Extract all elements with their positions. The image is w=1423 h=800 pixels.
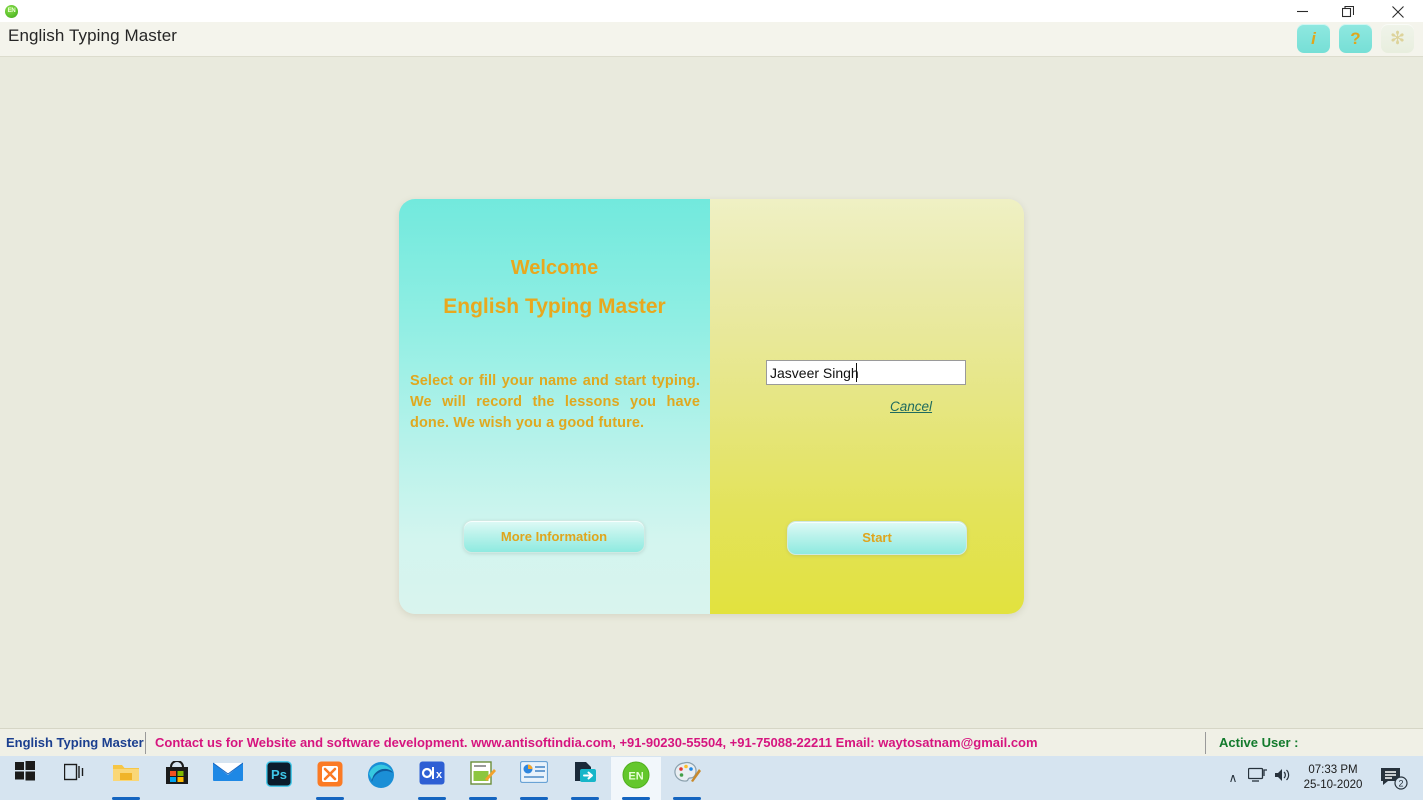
close-button[interactable] [1375, 0, 1421, 22]
cancel-link[interactable]: Cancel [890, 399, 932, 414]
english-typing-master-taskbar-button[interactable]: EN [611, 757, 661, 800]
microsoft-store-button[interactable] [152, 757, 202, 800]
start-button[interactable] [0, 757, 50, 800]
xampp-button[interactable] [305, 757, 355, 800]
app-icon: EN [5, 5, 18, 18]
volume-button[interactable] [1272, 757, 1294, 800]
card-right-panel: Cancel Start [710, 199, 1024, 614]
notification-icon: 2 [1381, 768, 1408, 790]
notification-badge-count: 2 [1398, 779, 1403, 789]
window-titlebar-strip: EN [0, 0, 1423, 22]
notepad-editor-icon [458, 761, 508, 793]
info-button[interactable]: i [1297, 24, 1330, 53]
english-typing-master-icon: EN [611, 761, 661, 793]
photoshop-button[interactable]: Ps [254, 757, 304, 800]
svg-text:EN: EN [628, 771, 643, 783]
olx-icon: x [407, 761, 457, 793]
export-doc-icon [560, 761, 610, 793]
task-view-button[interactable] [50, 757, 100, 800]
status-divider [1205, 732, 1206, 754]
user-name-input[interactable] [766, 360, 966, 385]
clock-date: 25-10-2020 [1303, 779, 1363, 791]
window-title: English Typing Master [8, 26, 178, 45]
presentation-button[interactable] [509, 757, 559, 800]
status-bar: English Typing Master Contact us for Web… [0, 728, 1423, 756]
edge-browser-icon [356, 761, 406, 793]
start-button[interactable]: Start [787, 521, 967, 555]
xampp-icon [305, 761, 355, 793]
mail-button[interactable] [203, 757, 253, 800]
edge-browser-button[interactable] [356, 757, 406, 800]
notepad-editor-button[interactable] [458, 757, 508, 800]
network-icon [1247, 767, 1267, 782]
status-app-label: English Typing Master [6, 735, 144, 750]
file-explorer-button[interactable] [101, 757, 151, 800]
presentation-icon [509, 760, 559, 793]
clock-time: 07:33 PM [1308, 764, 1358, 776]
app-name-heading: English Typing Master [443, 295, 666, 318]
olx-button[interactable]: x [407, 757, 457, 800]
clock[interactable]: 07:33 PM 25-10-2020 [1300, 757, 1366, 800]
task-view-icon [50, 761, 100, 793]
paint-button[interactable] [662, 757, 712, 800]
photoshop-icon: Ps [254, 761, 304, 793]
svg-text:x: x [436, 769, 443, 781]
more-information-button[interactable]: More Information [463, 520, 645, 553]
close-icon [1392, 5, 1404, 18]
svg-text:Ps: Ps [271, 767, 287, 782]
window-titlebar [0, 22, 1423, 57]
paint-palette-icon [662, 761, 712, 793]
card-left-panel: Welcome English Typing Master Select or … [399, 199, 710, 614]
restore-icon [1341, 5, 1355, 17]
intro-text: Select or fill your name and start typin… [410, 373, 700, 431]
active-user-label: Active User : [1219, 735, 1299, 750]
restore-button[interactable] [1325, 0, 1371, 22]
settings-gear-button[interactable]: ✻ [1381, 24, 1414, 53]
minimize-button[interactable] [1279, 0, 1325, 22]
welcome-card: Welcome English Typing Master Select or … [399, 199, 1024, 614]
mail-icon [203, 761, 253, 793]
show-hidden-icons-button[interactable]: ∧ [1222, 757, 1244, 800]
start-button-icon [0, 761, 50, 793]
volume-icon [1275, 769, 1290, 781]
status-contact-info: Contact us for Website and software deve… [155, 735, 1038, 750]
status-divider [145, 732, 146, 754]
file-explorer-icon [101, 761, 151, 793]
export-doc-button[interactable] [560, 757, 610, 800]
desktop-root: EN English Typing Master i ? ✻ Welcome E… [0, 0, 1423, 800]
welcome-heading: Welcome [510, 257, 599, 279]
microsoft-store-icon [152, 760, 202, 793]
notification-center-button[interactable]: 2 [1374, 757, 1418, 800]
text-caret [856, 363, 857, 382]
network-button[interactable] [1246, 757, 1270, 800]
help-button[interactable]: ? [1339, 24, 1372, 53]
minimize-icon [1296, 11, 1308, 13]
